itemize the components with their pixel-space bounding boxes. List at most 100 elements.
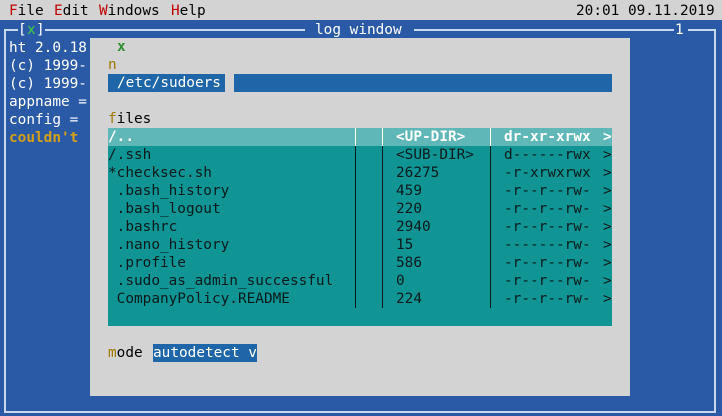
dialog-close-icon[interactable]: x — [117, 38, 126, 56]
column-separator — [382, 146, 383, 164]
mode-label-text: ode — [116, 345, 143, 361]
log-window-number: 1 — [675, 22, 684, 38]
menu-bar: File Edit Windows Help 20:01 09.11.2019 — [0, 0, 722, 20]
file-name: /.ssh — [108, 147, 152, 163]
log-close-icon[interactable]: x — [27, 21, 36, 39]
file-size: <UP-DIR> — [396, 129, 466, 145]
mode-select[interactable]: autodetect v — [153, 344, 257, 362]
file-name: .nano_history — [108, 237, 230, 253]
more-indicator: > — [603, 165, 612, 181]
column-separator — [355, 254, 356, 272]
log-window-title: log window — [315, 22, 402, 38]
more-indicator: > — [603, 183, 612, 199]
file-list[interactable]: /.. <UP-DIR> dr-xr-xrwx > /.ssh <SUB-DIR… — [108, 128, 612, 326]
file-size: 586 — [396, 255, 422, 271]
file-perm: -------rw- — [504, 237, 591, 253]
file-row[interactable]: .profile 586 -r--r--rw- > — [108, 254, 612, 272]
column-separator — [355, 182, 356, 200]
more-indicator: > — [603, 255, 612, 271]
file-name: /.. — [108, 129, 134, 145]
menu-help[interactable]: Help — [171, 2, 206, 20]
menu-help-label: elp — [179, 3, 206, 19]
column-separator — [490, 218, 491, 236]
menu-edit[interactable]: Edit — [54, 2, 89, 20]
column-separator — [382, 236, 383, 254]
column-separator — [490, 146, 491, 164]
file-perm: dr-xr-xrwx — [504, 129, 591, 145]
column-separator — [490, 272, 491, 290]
file-name: CompanyPolicy.README — [108, 291, 290, 307]
column-separator — [382, 254, 383, 272]
frame-top-mid-left — [45, 29, 305, 31]
file-perm: -r--r--rw- — [504, 255, 591, 271]
file-row[interactable]: .bash_history 459 -r--r--rw- > — [108, 182, 612, 200]
column-separator — [490, 200, 491, 218]
column-separator — [382, 218, 383, 236]
log-line-warning: couldn't — [9, 130, 79, 146]
clock: 20:01 09.11.2019 — [576, 3, 715, 19]
file-perm: -r--r--rw- — [504, 183, 591, 199]
menu-windows-label: indows — [107, 3, 160, 19]
path-input[interactable]: /etc/sudoers — [108, 74, 612, 92]
frame-left — [4, 29, 6, 413]
file-name: .profile — [108, 255, 186, 271]
column-separator — [382, 164, 383, 182]
file-size: 2940 — [396, 219, 431, 235]
more-indicator: > — [603, 147, 612, 163]
file-row[interactable]: /.. <UP-DIR> dr-xr-xrwx > — [108, 128, 612, 146]
menu-windows-hotkey: W — [99, 3, 108, 19]
file-row[interactable]: /.ssh <SUB-DIR> d------rwx > — [108, 146, 612, 164]
column-separator — [382, 200, 383, 218]
more-indicator: > — [603, 201, 612, 217]
file-size: 224 — [396, 291, 422, 307]
column-separator — [382, 128, 383, 146]
column-separator — [382, 290, 383, 308]
files-label: files — [108, 110, 151, 128]
column-separator — [490, 254, 491, 272]
log-line: config = — [9, 112, 79, 128]
file-size: 220 — [396, 201, 422, 217]
file-open-dialog: x n /etc/sudoers files /.. <UP-DIR> dr-x… — [90, 38, 630, 396]
column-separator — [355, 290, 356, 308]
column-separator — [490, 164, 491, 182]
file-size: <SUB-DIR> — [396, 147, 474, 163]
file-name: .bash_logout — [108, 201, 221, 217]
file-size: 0 — [396, 273, 405, 289]
log-close-bracket-right: ] — [36, 22, 45, 38]
menu-windows[interactable]: Windows — [99, 2, 160, 20]
menu-edit-hotkey: E — [54, 3, 63, 19]
mode-label: mode — [108, 344, 143, 362]
column-separator — [490, 236, 491, 254]
frame-right — [714, 29, 716, 413]
column-separator — [355, 218, 356, 236]
more-indicator: > — [603, 129, 612, 145]
cursor-gap — [225, 74, 234, 92]
file-name: .bashrc — [108, 219, 178, 235]
file-perm: -r--r--rw- — [504, 219, 591, 235]
more-indicator: > — [603, 237, 612, 253]
file-name: .sudo_as_admin_successful — [108, 273, 334, 289]
files-label-hotkey: f — [108, 111, 117, 127]
file-row[interactable]: CompanyPolicy.README 224 -r--r--rw- > — [108, 290, 612, 308]
name-label: n — [108, 57, 117, 73]
column-separator — [355, 164, 356, 182]
file-perm: d------rwx — [504, 147, 591, 163]
file-perm: -r--r--rw- — [504, 201, 591, 217]
file-row[interactable]: .bashrc 2940 -r--r--rw- > — [108, 218, 612, 236]
file-row[interactable]: *checksec.sh 26275 -r-xrwxrwx > — [108, 164, 612, 182]
log-close-bracket-left: [ — [18, 22, 27, 38]
file-size: 459 — [396, 183, 422, 199]
file-perm: -r--r--rw- — [504, 291, 591, 307]
frame-bottom — [4, 411, 716, 413]
file-row[interactable]: .bash_logout 220 -r--r--rw- > — [108, 200, 612, 218]
menu-file-label: ile — [17, 3, 44, 19]
files-label-text: iles — [116, 111, 152, 127]
file-perm: -r--r--rw- — [504, 273, 591, 289]
file-perm: -r-xrwxrwx — [504, 165, 591, 181]
column-separator — [355, 236, 356, 254]
file-size: 26275 — [396, 165, 440, 181]
file-row[interactable]: .sudo_as_admin_successful 0 -r--r--rw- > — [108, 272, 612, 290]
file-row[interactable]: .nano_history 15 -------rw- > — [108, 236, 612, 254]
menu-file[interactable]: File — [9, 2, 44, 20]
file-size: 15 — [396, 237, 414, 253]
